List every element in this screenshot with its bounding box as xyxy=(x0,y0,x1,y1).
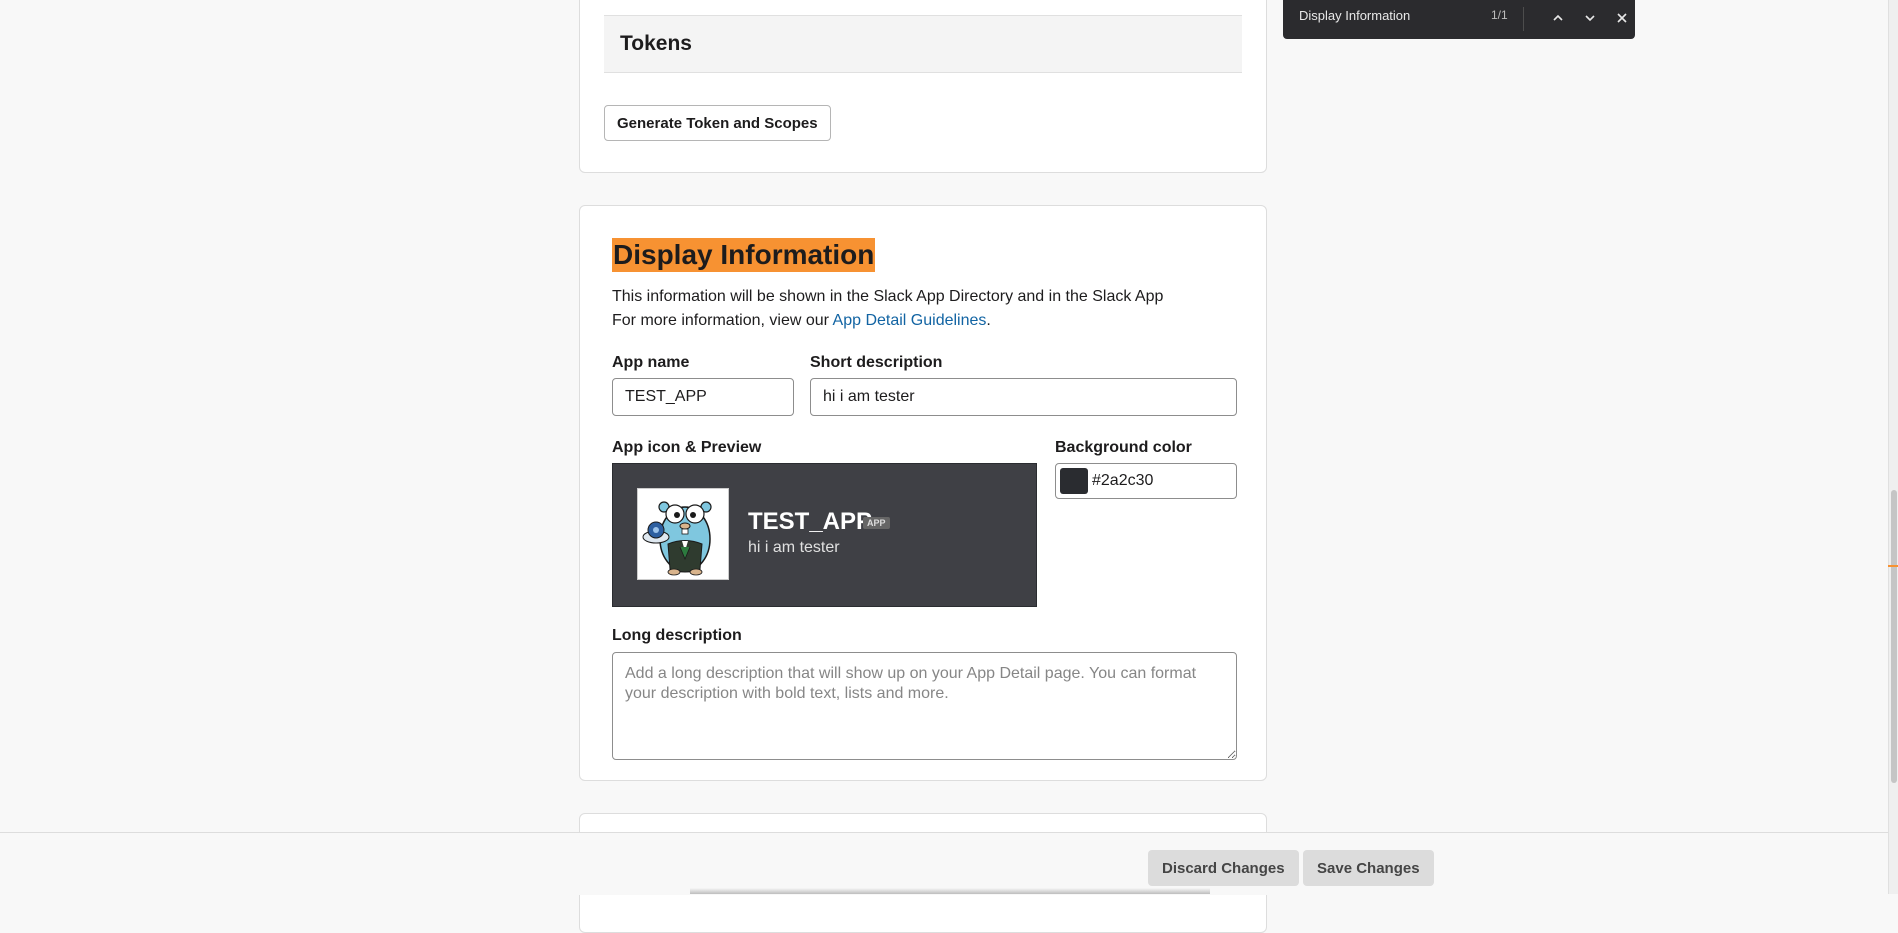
find-query[interactable]: Display Information xyxy=(1299,8,1410,23)
background-color-field xyxy=(1055,463,1237,499)
background-color-label: Background color xyxy=(1055,439,1192,456)
app-preview: TEST_APP APP hi i am tester xyxy=(612,463,1037,607)
short-description-label: Short description xyxy=(810,354,943,371)
long-description-label: Long description xyxy=(612,627,742,644)
long-description-textarea[interactable] xyxy=(612,652,1237,760)
description-line: This information will be shown in the Sl… xyxy=(612,288,1164,305)
page-scrollbar[interactable] xyxy=(1888,0,1898,894)
find-separator xyxy=(1523,7,1524,31)
section-title: Display Information xyxy=(612,238,876,272)
chevron-down-icon xyxy=(1585,15,1595,22)
tokens-card: Tokens Generate Token and Scopes xyxy=(579,0,1267,173)
close-icon xyxy=(1617,13,1627,23)
preview-app-name: TEST_APP xyxy=(748,508,873,535)
gopher-mascot-icon xyxy=(642,501,712,576)
shadow-strip xyxy=(690,888,1210,894)
tokens-title: Tokens xyxy=(620,32,692,55)
app-badge: APP xyxy=(863,517,890,529)
short-description-input[interactable] xyxy=(810,378,1237,416)
preview-description: hi i am tester xyxy=(748,539,840,556)
find-match-count: 1/1 xyxy=(1491,8,1508,22)
guidelines-prefix: For more information, view our xyxy=(612,312,833,329)
app-icon-upload[interactable] xyxy=(637,488,729,580)
bottom-action-bar: Discard Changes Save Changes xyxy=(0,832,1888,895)
chevron-up-icon xyxy=(1553,14,1563,21)
app-detail-guidelines-link[interactable]: App Detail Guidelines xyxy=(833,312,987,329)
find-close-button[interactable] xyxy=(1610,6,1634,30)
background-color-input[interactable] xyxy=(1092,467,1230,495)
guidelines-suffix: . xyxy=(986,312,991,329)
find-match-marker xyxy=(1888,565,1898,567)
app-icon-label: App icon & Preview xyxy=(612,439,762,456)
guidelines-line: For more information, view our App Detai… xyxy=(612,312,991,330)
color-swatch[interactable] xyxy=(1060,468,1088,494)
tokens-header: Tokens xyxy=(604,15,1242,73)
display-information-card: Display Information This information wil… xyxy=(579,205,1267,781)
scrollbar-thumb[interactable] xyxy=(1891,490,1897,783)
discard-changes-button[interactable]: Discard Changes xyxy=(1148,850,1299,886)
find-bar: Display Information 1/1 xyxy=(1283,0,1635,39)
save-changes-button[interactable]: Save Changes xyxy=(1303,850,1434,886)
generate-token-button[interactable]: Generate Token and Scopes xyxy=(604,105,831,141)
app-name-input[interactable] xyxy=(612,378,794,416)
find-next-button[interactable] xyxy=(1578,6,1602,30)
app-name-label: App name xyxy=(612,354,690,371)
find-previous-button[interactable] xyxy=(1546,6,1570,30)
